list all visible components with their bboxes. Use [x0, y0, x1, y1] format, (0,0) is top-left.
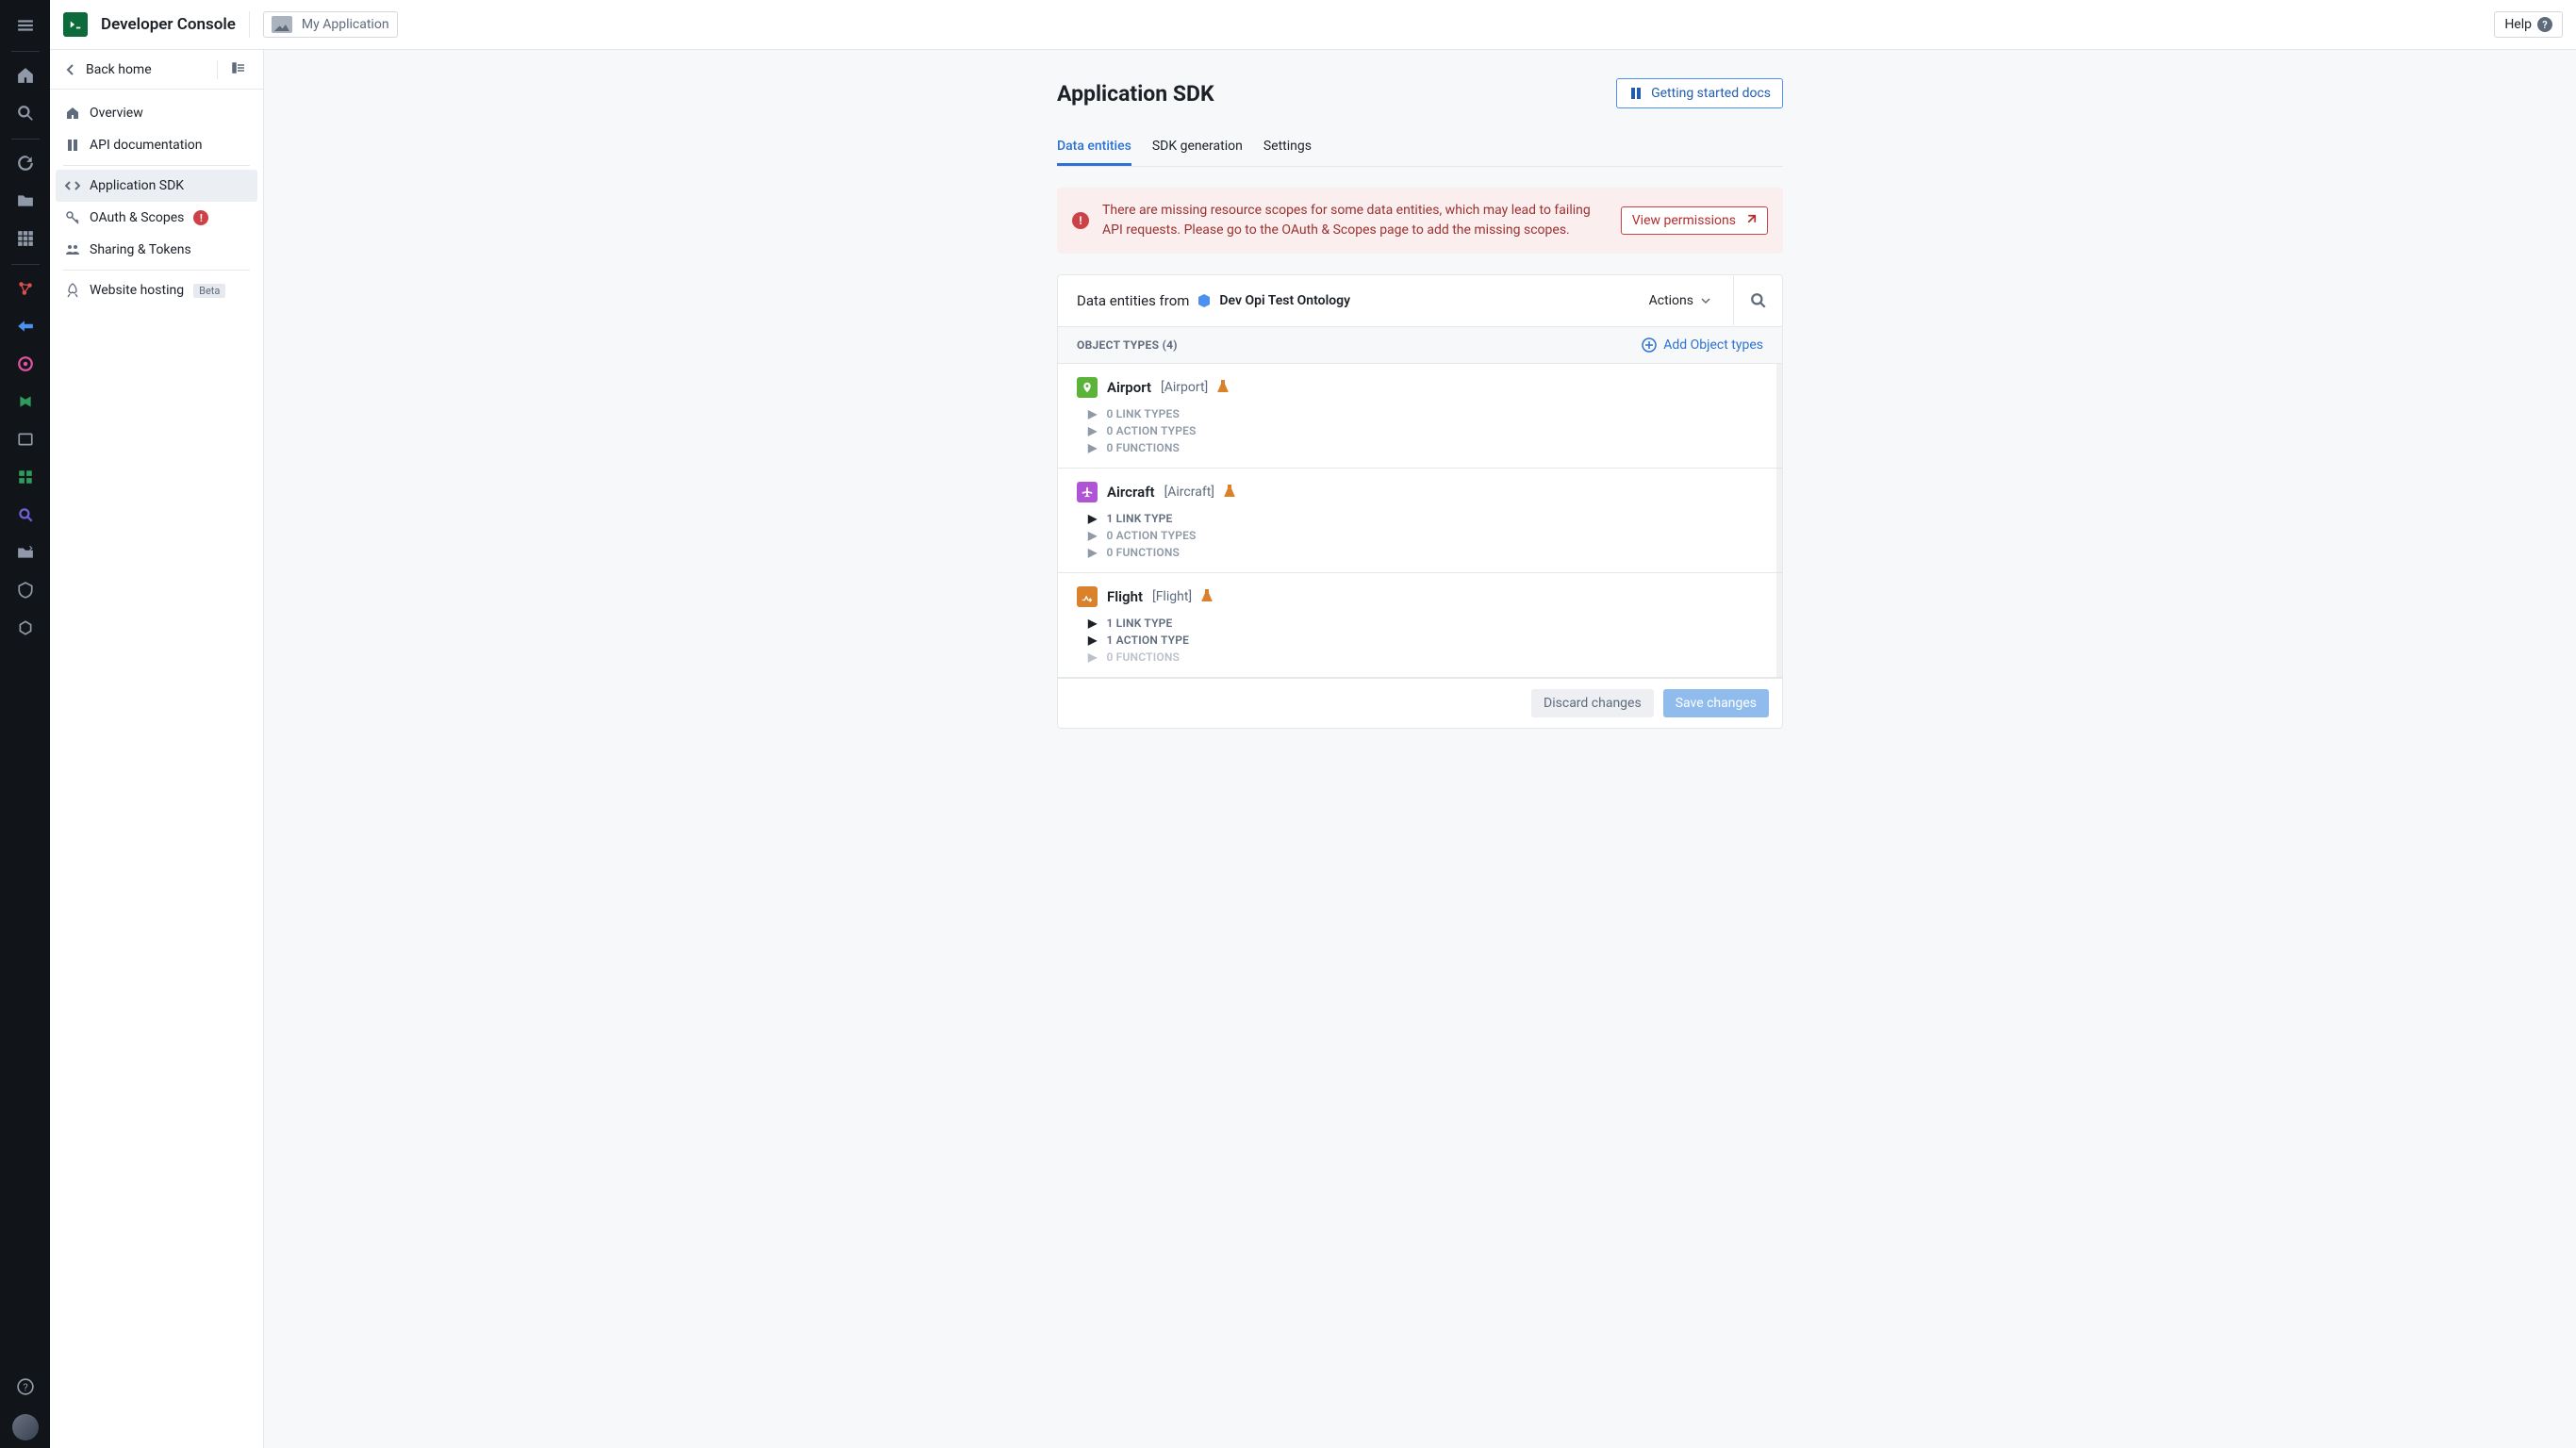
- sidebar-item-api-docs[interactable]: API documentation: [56, 129, 257, 161]
- docs-icon: [1628, 86, 1643, 101]
- search-icon[interactable]: [7, 95, 44, 131]
- app-icon-2[interactable]: [7, 308, 44, 344]
- entity-sub-link-types[interactable]: ▶0 LINK TYPES: [1077, 407, 1763, 420]
- sidebar-item-overview[interactable]: Overview: [56, 97, 257, 129]
- flask-icon: [1224, 484, 1235, 501]
- add-object-types-link[interactable]: Add Object types: [1642, 337, 1763, 353]
- save-changes-button[interactable]: Save changes: [1663, 689, 1769, 717]
- page-title: Application SDK: [1057, 81, 1214, 107]
- entities-from-label: Data entities from: [1077, 292, 1189, 309]
- entity-sub-functions[interactable]: ▶0 FUNCTIONS: [1077, 650, 1763, 664]
- sidebar-item-website-hosting[interactable]: Website hosting Beta: [56, 274, 257, 306]
- beta-badge: Beta: [193, 284, 225, 298]
- chevron-down-icon: [1701, 296, 1710, 305]
- console-title: Developer Console: [101, 15, 236, 34]
- pin-icon: [1077, 377, 1098, 398]
- left-rail: ?: [0, 0, 50, 1448]
- app-icon-1[interactable]: [7, 271, 44, 306]
- entity-sub-link-types[interactable]: ▶1 LINK TYPE: [1077, 617, 1763, 630]
- app-icon-6[interactable]: [7, 459, 44, 495]
- image-icon: [272, 16, 292, 33]
- object-types-label: OBJECT TYPES (4): [1077, 338, 1178, 352]
- entity-row: Airport [Airport] ▶0 LINK TYPES ▶0 ACTIO…: [1058, 364, 1782, 469]
- avatar[interactable]: [12, 1414, 39, 1440]
- entity-api-name: [Airport]: [1161, 380, 1208, 395]
- sidebar: Back home Overview API documentation: [50, 50, 264, 1448]
- discard-changes-button[interactable]: Discard changes: [1531, 689, 1654, 717]
- help-rail-icon[interactable]: ?: [7, 1369, 44, 1405]
- tab-settings[interactable]: Settings: [1263, 131, 1312, 166]
- warning-icon: !: [1072, 212, 1089, 229]
- plus-circle-icon: [1642, 337, 1657, 353]
- history-icon[interactable]: [7, 145, 44, 181]
- book-icon: [65, 138, 80, 153]
- entity-sub-action-types[interactable]: ▶1 ACTION TYPE: [1077, 634, 1763, 647]
- search-entities-button[interactable]: [1733, 276, 1782, 325]
- entity-api-name: [Aircraft]: [1164, 485, 1214, 500]
- back-home-link[interactable]: Back home: [63, 62, 207, 77]
- entity-sub-link-types[interactable]: ▶1 LINK TYPE: [1077, 512, 1763, 525]
- app-icon-8[interactable]: [7, 535, 44, 570]
- entity-sub-functions[interactable]: ▶0 FUNCTIONS: [1077, 546, 1763, 559]
- tab-data-entities[interactable]: Data entities: [1057, 131, 1131, 166]
- collapse-sidebar-icon[interactable]: [227, 57, 250, 83]
- people-icon: [65, 242, 80, 257]
- entity-row: Aircraft [Aircraft] ▶1 LINK TYPE ▶0 ACTI…: [1058, 469, 1782, 573]
- entity-name[interactable]: Aircraft: [1107, 484, 1155, 501]
- sidebar-item-sharing-tokens[interactable]: Sharing & Tokens: [56, 234, 257, 266]
- flask-icon: [1217, 379, 1229, 396]
- app-icon-5[interactable]: [7, 421, 44, 457]
- cube-icon: [1197, 293, 1212, 308]
- route-icon: [1077, 586, 1098, 607]
- actions-dropdown[interactable]: Actions: [1642, 288, 1718, 313]
- rocket-icon: [65, 283, 80, 298]
- plane-icon: [1077, 482, 1098, 502]
- app-icon-10[interactable]: [7, 610, 44, 646]
- help-button[interactable]: Help ?: [2494, 11, 2563, 38]
- entity-sub-action-types[interactable]: ▶0 ACTION TYPES: [1077, 529, 1763, 542]
- home-icon[interactable]: [7, 58, 44, 93]
- entity-row: Flight [Flight] ▶1 LINK TYPE ▶1 ACTION T…: [1058, 573, 1782, 678]
- arrow-left-icon: [63, 62, 78, 77]
- app-icon-4[interactable]: [7, 384, 44, 420]
- home-icon: [65, 106, 80, 121]
- app-icon-9[interactable]: [7, 572, 44, 608]
- console-logo-icon: [63, 12, 88, 37]
- current-app-chip[interactable]: My Application: [263, 11, 398, 38]
- entity-name[interactable]: Airport: [1107, 379, 1151, 396]
- tabs: Data entities SDK generation Settings: [1057, 131, 1783, 167]
- svg-text:?: ?: [23, 1382, 27, 1394]
- topbar: Developer Console My Application Help ?: [50, 0, 2576, 50]
- warning-banner: ! There are missing resource scopes for …: [1057, 188, 1783, 254]
- search-icon: [1750, 292, 1767, 309]
- help-icon: ?: [2537, 17, 2552, 32]
- app-icon-3[interactable]: [7, 346, 44, 382]
- entity-sub-functions[interactable]: ▶0 FUNCTIONS: [1077, 441, 1763, 454]
- code-icon: [65, 178, 80, 193]
- folder-icon[interactable]: [7, 183, 44, 219]
- menu-icon[interactable]: [7, 8, 44, 43]
- entity-api-name: [Flight]: [1152, 589, 1192, 604]
- entity-name[interactable]: Flight: [1107, 588, 1143, 605]
- grid-icon[interactable]: [7, 221, 44, 256]
- external-link-icon: [1743, 214, 1757, 227]
- content: Application SDK Getting started docs Dat…: [264, 50, 2576, 1448]
- view-permissions-button[interactable]: View permissions: [1621, 206, 1768, 235]
- getting-started-docs-button[interactable]: Getting started docs: [1616, 78, 1783, 108]
- flask-icon: [1201, 588, 1213, 605]
- alert-icon: [193, 210, 208, 225]
- sidebar-item-oauth-scopes[interactable]: OAuth & Scopes: [56, 202, 257, 234]
- sidebar-item-application-sdk[interactable]: Application SDK: [56, 170, 257, 202]
- current-app-name: My Application: [302, 17, 389, 32]
- ontology-name: Dev Opi Test Ontology: [1219, 293, 1350, 308]
- key-icon: [65, 210, 80, 225]
- tab-sdk-generation[interactable]: SDK generation: [1152, 131, 1243, 166]
- entity-sub-action-types[interactable]: ▶0 ACTION TYPES: [1077, 424, 1763, 437]
- entities-card: Data entities from Dev Opi Test Ontology…: [1057, 274, 1783, 729]
- app-icon-7[interactable]: [7, 497, 44, 533]
- warning-text: There are missing resource scopes for so…: [1102, 201, 1608, 240]
